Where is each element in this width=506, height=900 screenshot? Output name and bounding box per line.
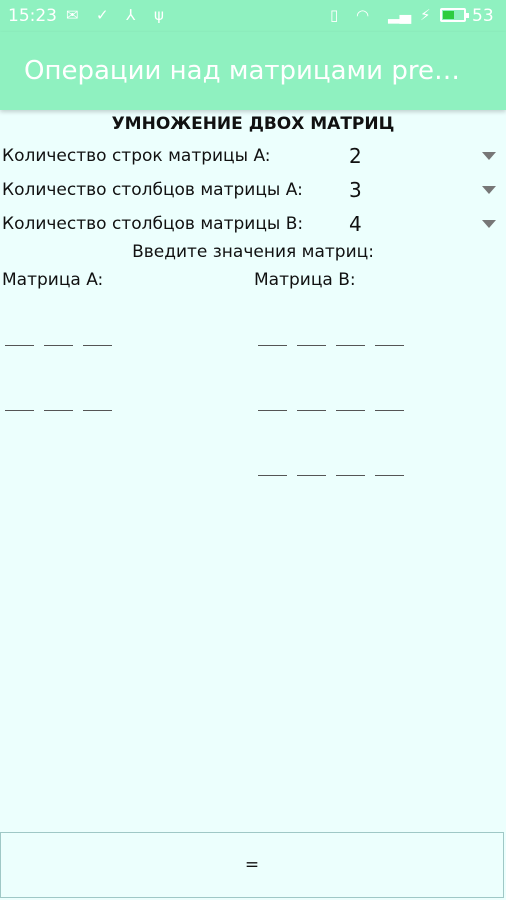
matrix-a-cell[interactable] [5,384,34,411]
matrix-a-cell[interactable] [44,319,73,346]
cols-b-value: 4 [349,212,362,236]
matrix-a-cell[interactable] [83,319,112,346]
matrix-b-cell[interactable] [375,319,404,346]
signal-icon: ▂▄ [388,6,412,24]
matrix-b-cell[interactable] [258,384,287,411]
matrix-b-cell[interactable] [336,319,365,346]
usb-icon: ψ [154,6,164,24]
matrix-b-cell[interactable] [258,449,287,476]
app-title: Операции над матрицами premi... [24,56,484,86]
matrix-b-cell[interactable] [297,319,326,346]
dropdown-arrow-icon [482,186,496,194]
charging-icon: ⚡ [420,6,431,24]
cols-a-spinner[interactable]: 3 [346,176,502,206]
status-time: 15:23 [8,6,57,26]
share-icon: ⅄ [126,6,136,24]
cols-a-label: Количество столбцов матрицы A: [2,180,303,200]
app-bar: Операции над матрицами premi... [0,32,506,110]
cols-b-spinner[interactable]: 4 [346,210,502,240]
page-heading: УМНОЖЕНИЕ ДВОХ МАТРИЦ [111,114,395,134]
matrix-b-cell[interactable] [375,384,404,411]
vibrate-icon: ▯ [330,6,339,24]
battery-icon [440,8,469,22]
dropdown-arrow-icon [482,220,496,228]
matrix-a-cell[interactable] [83,384,112,411]
calculate-button[interactable]: = [0,832,504,898]
enter-values-label: Введите значения матриц: [132,242,374,262]
matrix-b-cell[interactable] [336,384,365,411]
dropdown-arrow-icon [482,152,496,160]
battery-percent: 53 [472,6,494,26]
matrix-b-cell[interactable] [297,384,326,411]
rows-a-spinner[interactable]: 2 [346,142,502,172]
matrix-a-cell[interactable] [5,319,34,346]
matrix-b-cell[interactable] [375,449,404,476]
matrix-b-cell[interactable] [258,319,287,346]
matrix-a-label: Матрица A: [2,270,104,290]
email-icon: ✉ [66,6,79,24]
status-bar: 15:23 ✉ ✓ ⅄ ψ ▯ ◠ ▂▄ ⚡ 53 [0,0,506,32]
wifi-icon: ◠ [356,6,370,24]
rows-a-label: Количество строк матрицы A: [2,146,271,166]
matrix-b-cell[interactable] [336,449,365,476]
cols-a-value: 3 [349,178,362,202]
matrix-b-cell[interactable] [297,449,326,476]
rows-a-value: 2 [349,144,362,168]
cols-b-label: Количество столбцов матрицы B: [2,214,304,234]
battery-fill [443,11,454,19]
matrix-b-label: Матрица B: [254,270,356,290]
check-circle-icon: ✓ [96,6,109,24]
matrix-a-cell[interactable] [44,384,73,411]
